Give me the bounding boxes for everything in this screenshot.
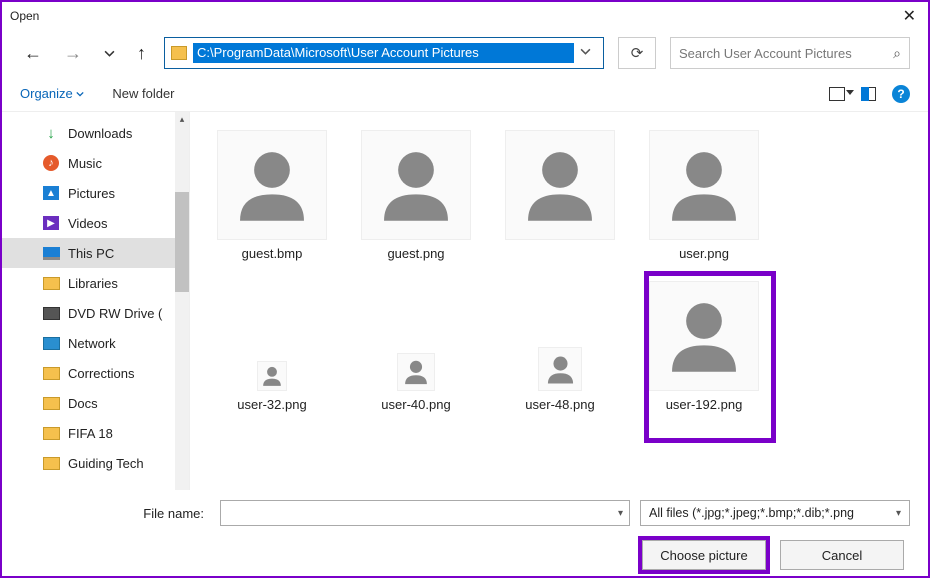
vids-icon: ▶: [42, 215, 60, 231]
sidebar-item-dvd[interactable]: DVD RW Drive (: [2, 298, 189, 328]
sidebar-item-label: DVD RW Drive (: [68, 306, 162, 321]
tree-scrollbar-track[interactable]: [175, 112, 189, 490]
file-grid: guest.bmp guest.png user.png user-32.png use…: [190, 112, 928, 490]
file-name-label: user-32.png: [237, 397, 306, 412]
search-icon[interactable]: ⌕: [893, 45, 901, 62]
nav-bar: ← → ↑ C:\ProgramData\Microsoft\User Acco…: [2, 30, 928, 76]
sidebar-item-label: Music: [68, 156, 102, 171]
title-bar: Open ✕: [2, 2, 928, 30]
file-item[interactable]: user.png: [632, 120, 776, 265]
main-area: ↓ Downloads ♪ Music ▲ Pictures ▶ Videos This PC L…: [2, 112, 928, 490]
sidebar-item-pictures[interactable]: ▲ Pictures: [2, 178, 189, 208]
sidebar-item-label: Guiding Tech: [68, 456, 144, 471]
sidebar-item-downloads[interactable]: ↓ Downloads: [2, 118, 189, 148]
up-button[interactable]: ↑: [133, 39, 150, 68]
folder-icon: [42, 275, 60, 291]
music-icon: ♪: [42, 155, 60, 171]
layout-view-icon[interactable]: [829, 87, 845, 101]
preview-pane-icon[interactable]: [861, 87, 876, 101]
file-item[interactable]: user-40.png: [344, 271, 488, 416]
thispc-icon: [42, 245, 60, 261]
file-name-label: user-48.png: [525, 397, 594, 412]
sidebar-item-label: This PC: [68, 246, 114, 261]
file-type-value: All files (*.jpg;*.jpeg;*.bmp;*.dib;*.pn…: [649, 506, 854, 520]
file-item[interactable]: guest.png: [344, 120, 488, 265]
close-icon[interactable]: ✕: [899, 6, 920, 26]
choose-picture-button[interactable]: Choose picture: [642, 540, 766, 570]
file-name-label: guest.bmp: [242, 246, 303, 261]
file-thumbnail: [505, 130, 615, 240]
file-name-label: user-192.png: [666, 397, 743, 412]
sidebar-item-guidingtech[interactable]: Guiding Tech: [2, 448, 189, 478]
sidebar-item-label: FIFA 18: [68, 426, 113, 441]
folder-icon: [42, 365, 60, 381]
filename-drop-icon[interactable]: ▾: [618, 508, 623, 519]
address-path[interactable]: C:\ProgramData\Microsoft\User Account Pi…: [193, 43, 574, 63]
folder-icon: [171, 46, 187, 60]
window-title: Open: [10, 9, 39, 23]
file-thumbnail: [257, 361, 287, 391]
file-item[interactable]: user-32.png: [200, 271, 344, 416]
file-thumbnail: [217, 130, 327, 240]
sidebar-item-label: Downloads: [68, 126, 132, 141]
file-item[interactable]: [488, 120, 632, 265]
filename-input[interactable]: ▾: [220, 500, 630, 526]
sidebar-item-corrections[interactable]: Corrections: [2, 358, 189, 388]
tree-scrollbar-thumb[interactable]: [175, 192, 189, 292]
sidebar-item-videos[interactable]: ▶ Videos: [2, 208, 189, 238]
folder-icon: [42, 455, 60, 471]
view-controls: ?: [829, 85, 910, 103]
sidebar-item-label: Libraries: [68, 276, 118, 291]
cancel-button[interactable]: Cancel: [780, 540, 904, 570]
sidebar-item-thispc[interactable]: This PC: [2, 238, 189, 268]
sidebar-item-fifa18[interactable]: FIFA 18: [2, 418, 189, 448]
net-icon: [42, 335, 60, 351]
dl-icon: ↓: [42, 125, 60, 141]
file-type-drop-icon[interactable]: ▾: [896, 508, 901, 519]
folder-icon: [42, 395, 60, 411]
file-thumbnail: [649, 130, 759, 240]
file-thumbnail: [397, 353, 435, 391]
file-item[interactable]: user-48.png: [488, 271, 632, 416]
recent-chevron-icon[interactable]: [100, 39, 119, 68]
refresh-button[interactable]: ⟳: [618, 37, 656, 69]
sidebar-item-docs[interactable]: Docs: [2, 388, 189, 418]
file-type-select[interactable]: All files (*.jpg;*.jpeg;*.bmp;*.dib;*.pn…: [640, 500, 910, 526]
address-bar[interactable]: C:\ProgramData\Microsoft\User Account Pi…: [164, 37, 604, 69]
file-name-label: user.png: [679, 246, 729, 261]
search-placeholder: Search User Account Pictures: [679, 46, 893, 61]
new-folder-button[interactable]: New folder: [112, 86, 174, 101]
search-input[interactable]: Search User Account Pictures ⌕: [670, 37, 910, 69]
sidebar-item-label: Network: [68, 336, 116, 351]
toolbar: Organize New folder ?: [2, 76, 928, 112]
tree-scroll-up-icon[interactable]: ▴: [175, 112, 189, 126]
file-name-label: guest.png: [387, 246, 444, 261]
help-icon[interactable]: ?: [892, 85, 910, 103]
sidebar-item-label: Pictures: [68, 186, 115, 201]
folder-icon: [42, 425, 60, 441]
file-name-label: user-40.png: [381, 397, 450, 412]
forward-button[interactable]: →: [60, 39, 86, 68]
pics-icon: ▲: [42, 185, 60, 201]
sidebar-item-label: Corrections: [68, 366, 134, 381]
sidebar-item-network[interactable]: Network: [2, 328, 189, 358]
back-button[interactable]: ←: [20, 39, 46, 68]
sidebar-item-music[interactable]: ♪ Music: [2, 148, 189, 178]
sidebar-item-label: Videos: [68, 216, 108, 231]
file-thumbnail: [361, 130, 471, 240]
filename-label: File name:: [20, 506, 210, 521]
file-thumbnail: [538, 347, 582, 391]
organize-menu[interactable]: Organize: [20, 86, 84, 101]
sidebar-item-label: Docs: [68, 396, 98, 411]
address-drop-icon[interactable]: [574, 46, 597, 60]
folder-tree: ↓ Downloads ♪ Music ▲ Pictures ▶ Videos This PC L…: [2, 112, 190, 490]
file-item[interactable]: guest.bmp: [200, 120, 344, 265]
dvd-icon: [42, 305, 60, 321]
file-thumbnail: [649, 281, 759, 391]
bottom-panel: File name: ▾ All files (*.jpg;*.jpeg;*.b…: [2, 490, 928, 580]
sidebar-item-libraries[interactable]: Libraries: [2, 268, 189, 298]
file-item[interactable]: user-192.png: [632, 271, 776, 416]
